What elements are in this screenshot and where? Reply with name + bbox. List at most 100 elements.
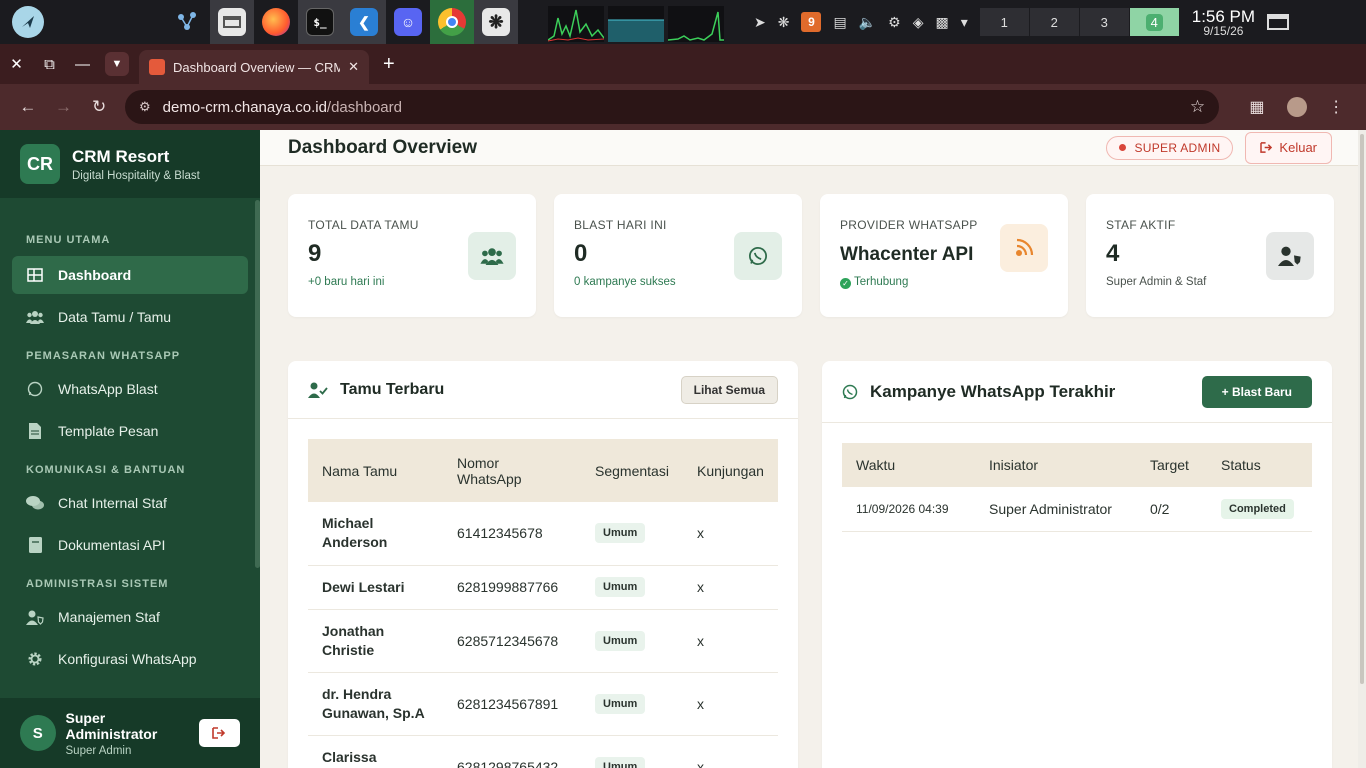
bookmark-star-icon[interactable]: ☆ <box>1190 97 1205 117</box>
workspace-4[interactable]: 4 <box>1129 8 1180 36</box>
table-row[interactable]: Jonathan Christie 6285712345678 Umum x <box>308 609 778 673</box>
tab-close-icon[interactable]: ✕ <box>348 59 359 75</box>
table-row[interactable]: 11/09/2026 04:39 Super Administrator 0/2… <box>842 487 1312 532</box>
workspace-3[interactable]: 3 <box>1079 8 1130 36</box>
table-row[interactable]: dr. Hendra Gunawan, Sp.A 6281234567891 U… <box>308 672 778 736</box>
segment-badge: Umum <box>595 523 646 544</box>
close-window-icon[interactable]: ✕ <box>0 44 33 84</box>
os-taskbar: $_ ❮ ☺ ❋ ➤ ❋ 9 ▤ 🔈 ⚙ ◈ ▩ ▾ 1 2 3 4 1:56 … <box>0 0 1366 44</box>
sidebar-item-whatsapp-config[interactable]: Konfigurasi WhatsApp <box>12 640 248 678</box>
file-manager-icon[interactable] <box>210 0 254 44</box>
table-row[interactable]: Clarissa 6281298765432 Umum x <box>308 735 778 768</box>
campaign-panel: Kampanye WhatsApp Terakhir + Blast Baru … <box>822 361 1332 768</box>
notification-icon[interactable]: ➤ <box>754 14 766 31</box>
panel-header: Tamu Terbaru Lihat Semua <box>288 361 798 419</box>
settings-icon[interactable]: ⚙ <box>888 14 901 31</box>
browser-tabbar: ✕ ⧉ — ▼ Dashboard Overview — CRM ✕ + <box>0 44 1366 84</box>
sidebar-item-whatsapp-blast[interactable]: WhatsApp Blast <box>12 370 248 408</box>
logout-button[interactable]: Keluar <box>1245 131 1332 164</box>
column-header[interactable]: Inisiator <box>975 443 1136 487</box>
book-icon <box>26 537 44 553</box>
discord-icon[interactable]: ☺ <box>386 0 430 44</box>
new-tab-icon[interactable]: + <box>383 53 395 76</box>
address-bar[interactable]: ⚙ demo-crm.chanaya.co.id/dashboard ☆ <box>125 90 1220 124</box>
guest-segment-cell: Umum <box>581 609 683 673</box>
check-circle-icon: ✓ <box>840 278 851 289</box>
window-list-icon[interactable] <box>1267 14 1290 30</box>
column-header[interactable]: Segmentasi <box>581 439 683 502</box>
chrome-icon[interactable] <box>430 0 474 44</box>
extensions-icon[interactable]: ▦ <box>1237 97 1277 117</box>
workspace-1[interactable]: 1 <box>979 8 1030 36</box>
segment-badge: Umum <box>595 756 646 768</box>
sidebar-item-label: Data Tamu / Tamu <box>58 309 172 325</box>
clipboard-icon[interactable]: ▤ <box>833 14 846 31</box>
url-host: demo-crm.chanaya.co.id <box>162 98 327 116</box>
tab-title: Dashboard Overview — CRM <box>173 59 341 75</box>
sidebar-item-api-docs[interactable]: Dokumentasi API <box>12 526 248 564</box>
main-scrollbar-thumb[interactable] <box>1360 134 1364 684</box>
campaign-initiator: Super Administrator <box>975 487 1136 532</box>
forward-icon[interactable]: → <box>46 89 82 125</box>
column-header[interactable]: Kunjungan <box>683 439 778 502</box>
stat-card-guests: TOTAL DATA TAMU 9 +0 baru hari ini <box>288 194 536 317</box>
column-header[interactable]: Status <box>1207 443 1312 487</box>
firefox-icon[interactable] <box>254 0 298 44</box>
tab-search-icon[interactable]: ▼ <box>105 52 129 76</box>
vscode-icon[interactable]: ❮ <box>342 0 386 44</box>
campaign-time: 11/09/2026 04:39 <box>842 487 975 532</box>
reload-icon[interactable]: ↻ <box>81 89 117 125</box>
sidebar-logout-button[interactable] <box>198 719 240 747</box>
panel-title: Kampanye WhatsApp Terakhir <box>870 381 1116 401</box>
column-header[interactable]: Waktu <box>842 443 975 487</box>
battery-icon[interactable]: ▩ <box>935 14 948 31</box>
avatar[interactable]: S <box>20 715 56 751</box>
column-header[interactable]: Nama Tamu <box>308 439 443 502</box>
restore-window-icon[interactable]: ⧉ <box>33 44 66 84</box>
guest-name: Michael Anderson <box>308 502 443 566</box>
wifi-icon[interactable]: ◈ <box>913 14 924 31</box>
minimize-window-icon[interactable]: — <box>66 44 99 84</box>
workspace-2[interactable]: 2 <box>1029 8 1080 36</box>
browser-menu-icon[interactable]: ⋮ <box>1316 97 1356 117</box>
clock[interactable]: 1:56 PM 9/15/26 <box>1192 8 1255 37</box>
site-info-icon[interactable]: ⚙ <box>139 99 151 115</box>
volume-icon[interactable]: 🔈 <box>859 14 876 31</box>
stat-label: STAF AKTIF <box>1106 218 1176 232</box>
column-header[interactable]: Target <box>1136 443 1207 487</box>
profile-avatar[interactable] <box>1277 97 1317 117</box>
terminal-icon[interactable]: $_ <box>298 0 342 44</box>
sidebar-item-chat[interactable]: Chat Internal Staf <box>12 484 248 522</box>
sidebar-item-guests[interactable]: Data Tamu / Tamu <box>12 298 248 336</box>
sidebar-item-staff[interactable]: Manajemen Staf <box>12 598 248 636</box>
column-header[interactable]: Nomor WhatsApp <box>443 439 581 502</box>
network-graph-icon <box>668 6 724 42</box>
chatgpt-tray-icon[interactable]: ❋ <box>778 14 790 31</box>
new-blast-button[interactable]: + Blast Baru <box>1201 375 1312 408</box>
back-icon[interactable]: ← <box>10 89 46 125</box>
network-app-icon[interactable] <box>166 0 210 44</box>
memory-graph-icon <box>608 6 664 42</box>
table-row[interactable]: Dewi Lestari 6281999887766 Umum x <box>308 565 778 610</box>
main-scrollbar[interactable] <box>1358 130 1366 768</box>
logout-label: Keluar <box>1279 140 1317 155</box>
menu-section-admin: ADMINISTRASI SISTEM <box>26 578 169 590</box>
table-row[interactable]: Michael Anderson 61412345678 Umum x <box>308 502 778 566</box>
view-all-button[interactable]: Lihat Semua <box>680 375 778 404</box>
sidebar-item-template[interactable]: Template Pesan <box>12 412 248 450</box>
launcher-icon[interactable] <box>0 0 56 44</box>
workspace-switcher: 1 2 3 4 <box>979 8 1180 36</box>
stat-card-blast: BLAST HARI INI 0 0 kampanye sukses <box>554 194 802 317</box>
chevron-down-icon[interactable]: ▾ <box>961 14 968 31</box>
status-badge: SUPER ADMIN <box>1106 135 1234 160</box>
campaign-target: 0/2 <box>1136 487 1207 532</box>
sidebar-item-dashboard[interactable]: Dashboard <box>12 256 248 294</box>
tab-dashboard[interactable]: Dashboard Overview — CRM ✕ <box>139 50 369 84</box>
sidebar-item-label: Chat Internal Staf <box>58 495 167 511</box>
badge-count[interactable]: 9 <box>801 12 822 32</box>
openai-icon[interactable]: ❋ <box>474 0 518 44</box>
guest-visits: x <box>683 502 778 566</box>
logout-icon <box>1260 142 1273 153</box>
guest-name: Dewi Lestari <box>308 565 443 610</box>
brand[interactable]: CR CRM Resort Digital Hospitality & Blas… <box>0 130 260 198</box>
